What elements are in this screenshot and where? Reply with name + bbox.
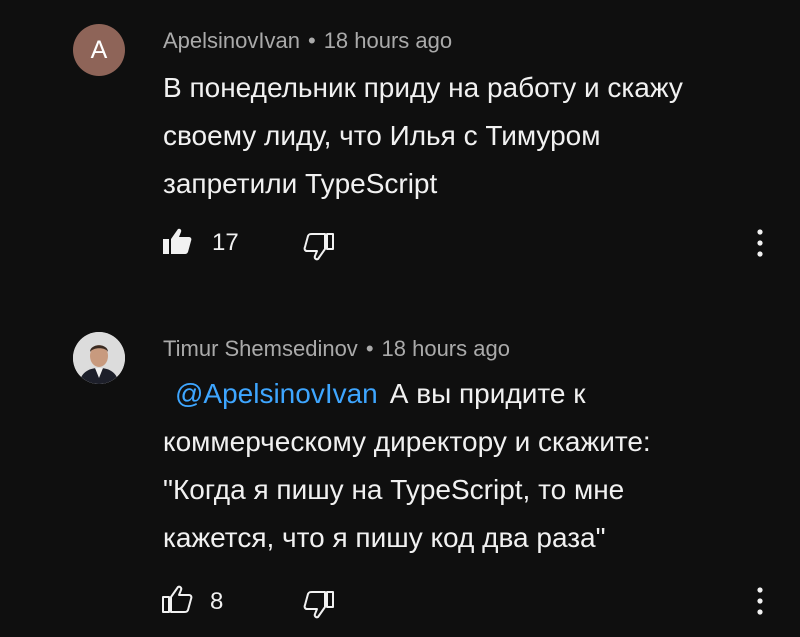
like-button[interactable]	[160, 584, 194, 616]
like-button[interactable]	[160, 226, 194, 258]
comment-line: коммерческому директору и скажите:	[163, 426, 651, 457]
thumbs-down-icon	[303, 591, 334, 619]
comment-time[interactable]: 18 hours ago	[324, 28, 452, 53]
comment-meta: ApelsinovIvan • 18 hours ago	[163, 28, 452, 54]
comment-text: @ApelsinovIvan А вы придите к коммерческо…	[163, 370, 763, 562]
dislike-button[interactable]	[302, 230, 336, 262]
comment-thread: Timur Shemsedinov • 18 hours ago @Apelsino…	[0, 318, 800, 637]
comment-line: кажется, что я пишу код два раза"	[163, 522, 606, 553]
more-vertical-icon	[757, 587, 763, 615]
author-name[interactable]: ApelsinovIvan	[163, 28, 300, 53]
more-options-button[interactable]	[752, 586, 768, 616]
comment-line: @ApelsinovIvan А вы придите к	[163, 370, 763, 418]
like-count: 8	[210, 588, 224, 615]
thumbs-up-icon	[163, 228, 192, 254]
comment-thread: A ApelsinovIvan • 18 hours ago В понедельн…	[0, 0, 800, 300]
meta-separator: •	[365, 336, 374, 361]
comment-time[interactable]: 18 hours ago	[382, 336, 510, 361]
thumbs-up-icon	[162, 585, 193, 613]
user-photo-icon	[73, 332, 125, 384]
comment-line: "Когда я пишу на TypeScript, то мне	[163, 474, 625, 505]
comment-line: В понедельник приду на работу и скажу	[163, 72, 683, 103]
more-options-button[interactable]	[752, 228, 768, 258]
thumbs-down-icon	[303, 233, 334, 261]
like-count: 17	[212, 229, 239, 256]
more-vertical-icon	[757, 229, 763, 257]
author-name[interactable]: Timur Shemsedinov	[163, 336, 358, 361]
comment-meta: Timur Shemsedinov • 18 hours ago	[163, 336, 510, 362]
mention-link[interactable]: @ApelsinovIvan	[175, 378, 378, 409]
comment-line-text: А вы придите к	[389, 378, 586, 409]
comment-line: своему лиду, что Илья с Тимуром	[163, 120, 601, 151]
comment-text: В понедельник приду на работу и скажу св…	[163, 64, 763, 208]
dislike-button[interactable]	[302, 588, 336, 620]
avatar[interactable]	[73, 332, 125, 384]
avatar[interactable]: A	[73, 24, 125, 76]
comment-line: запретили TypeScript	[163, 168, 438, 199]
meta-separator: •	[307, 28, 316, 53]
